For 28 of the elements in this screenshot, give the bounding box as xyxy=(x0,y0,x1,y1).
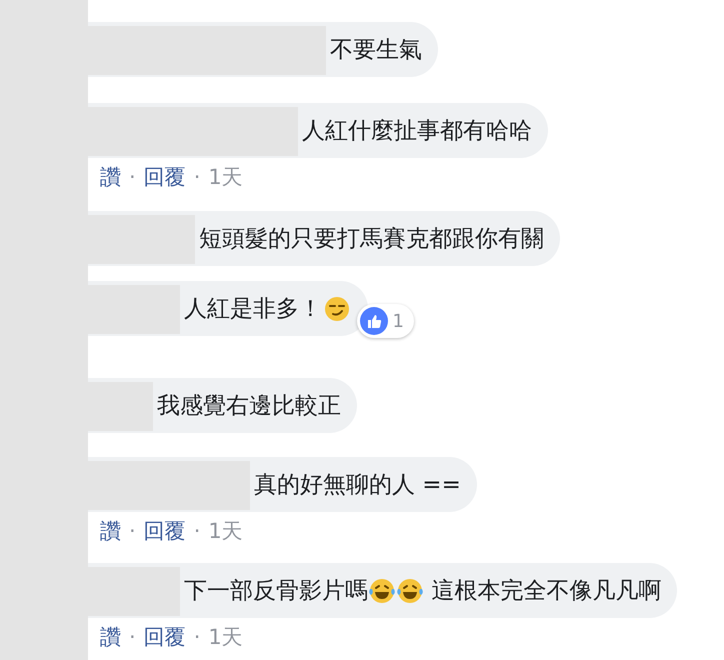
comment-text: 下一部反骨影片嗎 xyxy=(184,577,368,606)
comment-text: 我感覺右邊比較正 xyxy=(157,392,341,421)
action-link[interactable]: 回覆 xyxy=(144,517,186,545)
action-link[interactable]: 讚 xyxy=(100,163,121,191)
action-link[interactable]: 讚 xyxy=(100,623,121,651)
laughing-emoji-icon xyxy=(396,578,424,604)
separator-dot: · xyxy=(129,165,136,189)
smirk-emoji-icon xyxy=(324,296,350,322)
reaction-count: 1 xyxy=(392,310,404,332)
comment-text: 不要生氣 xyxy=(330,36,422,65)
comment-text: 短頭髮的只要打馬賽克都跟你有關 xyxy=(199,225,544,254)
separator-dot: · xyxy=(129,625,136,649)
like-icon xyxy=(360,307,388,335)
action-link[interactable]: 回覆 xyxy=(144,163,186,191)
comment-text: 人紅是非多！ xyxy=(184,295,322,324)
action-link[interactable]: 讚 xyxy=(100,517,121,545)
separator-dot: · xyxy=(194,519,200,543)
timestamp: 1天 xyxy=(208,624,243,651)
laughing-emoji-icon xyxy=(368,578,396,604)
timestamp: 1天 xyxy=(208,164,243,191)
action-link[interactable]: 回覆 xyxy=(144,623,186,651)
separator-dot: · xyxy=(194,165,200,189)
separator-dot: · xyxy=(129,519,136,543)
comment-text: 真的好無聊的人 == xyxy=(254,471,461,500)
comment-text: 人紅什麼扯事都有哈哈 xyxy=(302,117,532,146)
timestamp: 1天 xyxy=(208,518,243,545)
comment-text: 這根本完全不像凡凡啊 xyxy=(430,577,662,606)
separator-dot: · xyxy=(194,625,200,649)
